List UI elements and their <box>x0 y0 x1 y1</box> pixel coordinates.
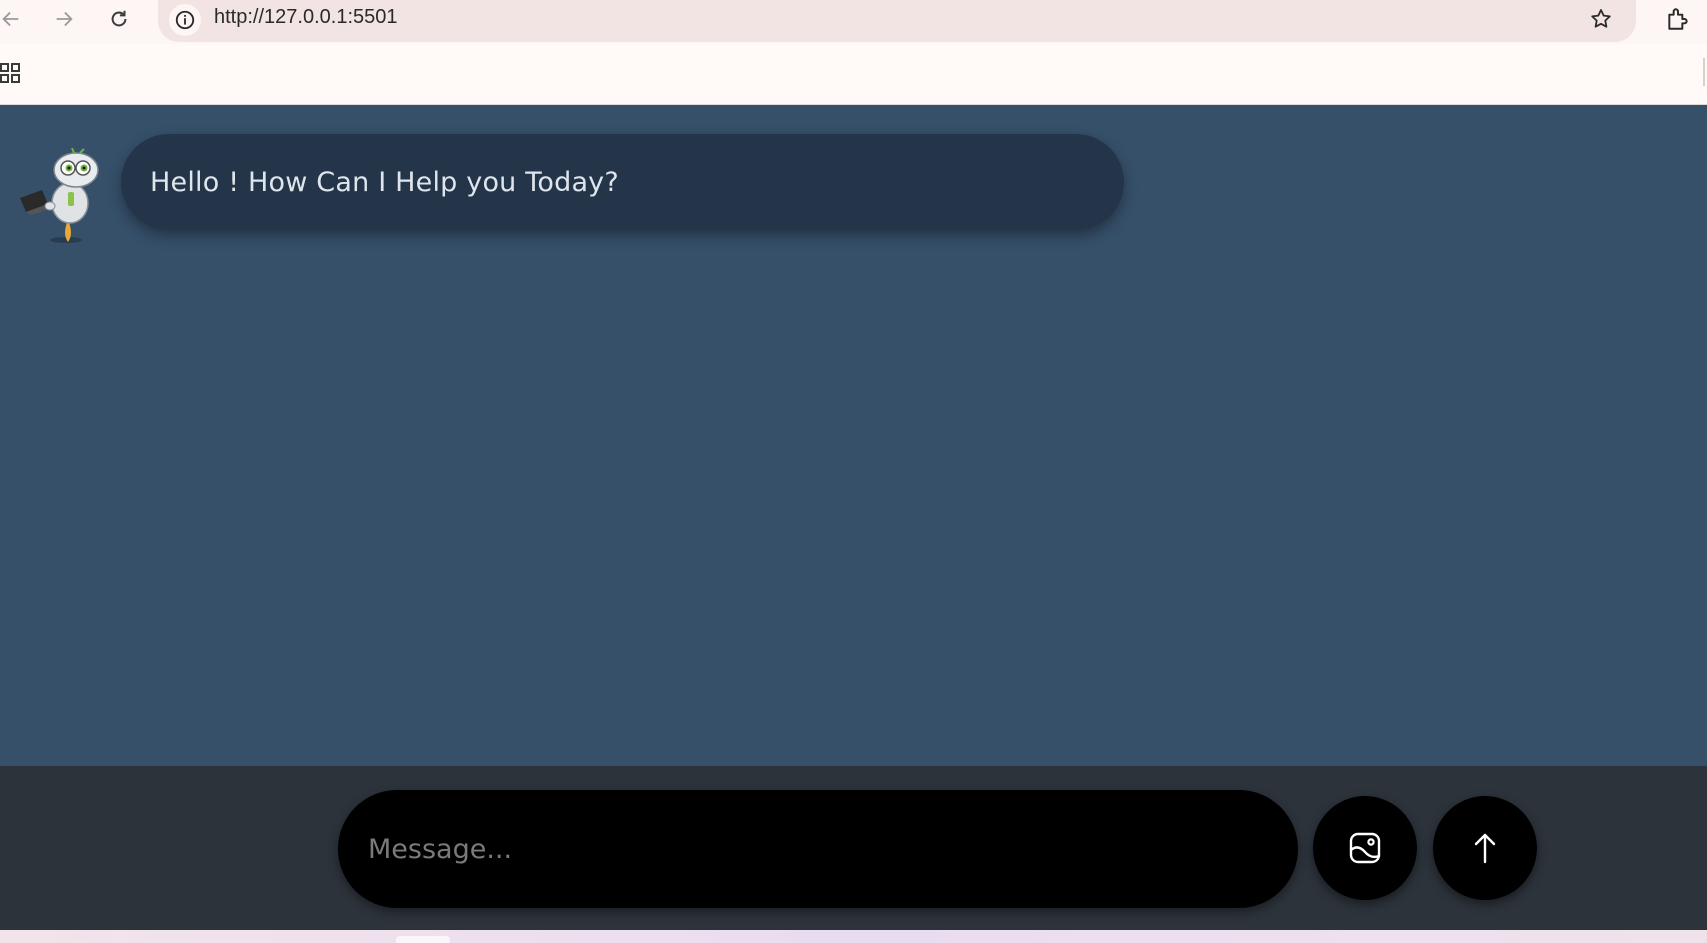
arrow-right-icon <box>56 11 73 27</box>
forward-button[interactable] <box>47 2 81 36</box>
browser-toolbar: http://127.0.0.1:5501 <box>0 0 1707 44</box>
back-button[interactable] <box>0 2 28 36</box>
send-button[interactable] <box>1433 796 1537 900</box>
bookmarks-bar <box>0 44 1707 105</box>
reload-icon <box>111 10 127 27</box>
arrow-left-icon <box>2 11 19 27</box>
bot-message-text: Hello ! How Can I Help you Today? <box>150 166 619 198</box>
extensions-icon <box>1668 8 1688 30</box>
robot-avatar <box>18 147 106 248</box>
site-info-button[interactable] <box>169 4 201 36</box>
image-upload-icon <box>1349 832 1381 864</box>
info-icon <box>175 10 195 30</box>
message-input[interactable] <box>338 790 1298 908</box>
bookmarks-divider <box>1703 58 1705 86</box>
star-icon <box>1591 9 1611 28</box>
arrow-up-icon <box>1474 833 1496 864</box>
image-upload-button[interactable] <box>1313 796 1417 900</box>
reload-button[interactable] <box>102 2 136 36</box>
composer-bar <box>0 766 1707 930</box>
extensions-button[interactable] <box>1661 2 1695 36</box>
apps-grid-icon[interactable] <box>0 61 22 85</box>
bookmark-star-button[interactable] <box>1586 4 1616 34</box>
taskbar-tab[interactable] <box>396 936 450 943</box>
bot-message-bubble: Hello ! How Can I Help you Today? <box>121 134 1124 230</box>
url-text[interactable]: http://127.0.0.1:5501 <box>214 6 398 28</box>
robot-icon <box>20 147 99 243</box>
address-bar[interactable]: http://127.0.0.1:5501 <box>158 0 1636 42</box>
taskbar-edge <box>0 930 1707 943</box>
